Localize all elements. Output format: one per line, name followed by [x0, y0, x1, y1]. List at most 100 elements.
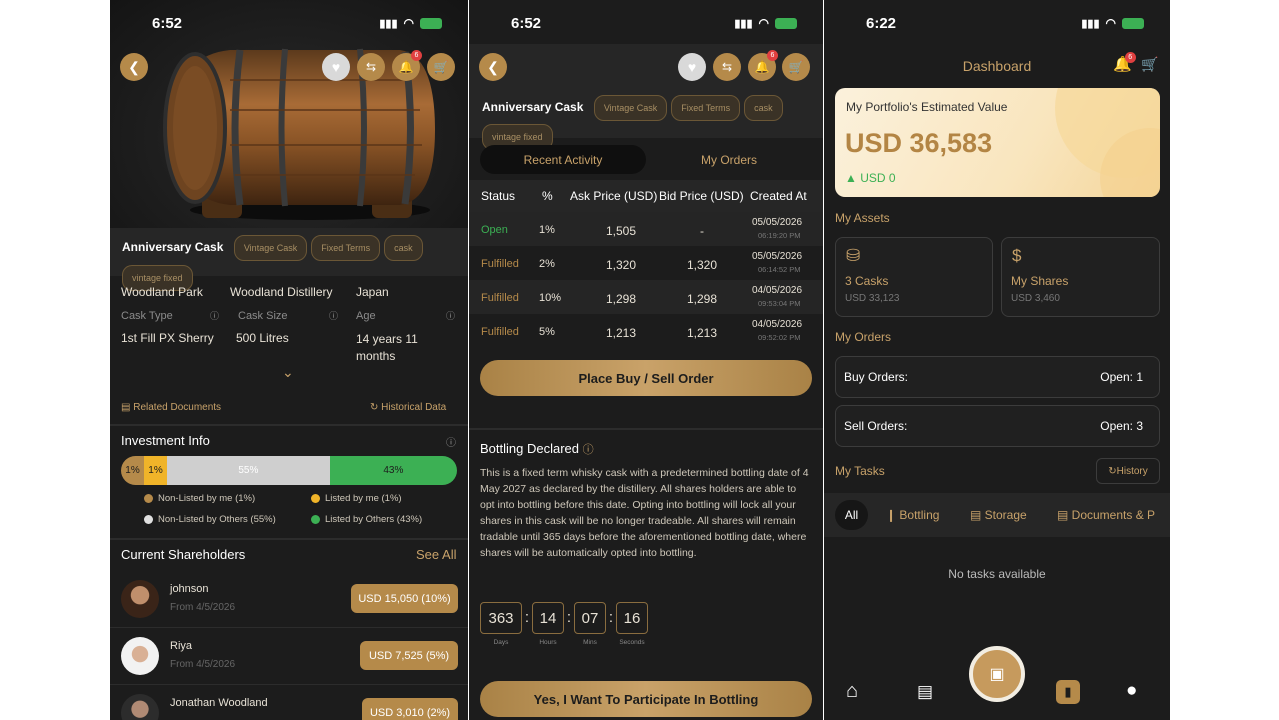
- order-ask: 1,505: [606, 224, 637, 238]
- bottling-title-text: Bottling Declared: [480, 441, 579, 456]
- cart-button[interactable]: 🛒: [782, 53, 810, 81]
- shareholder-row[interactable]: Riya From 4/5/2026 USD 7,525 (5%): [110, 629, 468, 685]
- related-documents-link[interactable]: ▤ Related Documents: [121, 402, 221, 413]
- portfolio-icon[interactable]: ▮: [1056, 680, 1080, 704]
- country: Japan: [356, 285, 389, 299]
- status-bar: 6:52 ▮▮▮ ◠: [110, 14, 468, 34]
- countdown-unit: 363 Days: [480, 602, 522, 646]
- expand-chevron-icon[interactable]: ⌄: [282, 364, 294, 381]
- order-time: 06:19:20 PM: [758, 231, 801, 240]
- buy-orders-label: Buy Orders:: [844, 370, 909, 384]
- tab-my-orders[interactable]: My Orders: [646, 145, 812, 174]
- history-icon: ↻: [1108, 465, 1117, 477]
- cart-icon[interactable]: 🛒: [1141, 56, 1158, 73]
- info-icon[interactable]: ⓘ: [446, 309, 455, 322]
- chevron-left-icon: ❮: [128, 58, 140, 75]
- info-icon[interactable]: ⓘ: [329, 309, 338, 322]
- cart-icon: 🛒: [788, 60, 804, 74]
- portfolio-card[interactable]: My Portfolio's Estimated Value USD 36,58…: [835, 88, 1160, 197]
- order-row[interactable]: Open 1% 1,505 - 05/05/2026 06:19:20 PM: [469, 212, 823, 246]
- clock: 6:52: [511, 15, 542, 32]
- alerts-button[interactable]: 🔔 6: [748, 50, 778, 81]
- tab-storage: ▤ Storage: [970, 508, 1027, 522]
- bottling-title: Bottling Declared ⓘ: [480, 441, 594, 457]
- asset-card-shares[interactable]: $ My Shares USD 3,460: [1001, 237, 1160, 317]
- info-icon[interactable]: ⓘ: [583, 444, 594, 456]
- shareholder-row[interactable]: Jonathan Woodland USD 3,010 (2%): [110, 686, 468, 720]
- investment-legend: Non-Listed by me (1%) Listed by me (1%) No…: [144, 493, 454, 525]
- back-button[interactable]: ❮: [479, 53, 507, 81]
- notification-badge: 6: [411, 50, 422, 61]
- notification-badge: 6: [767, 50, 778, 61]
- status-bar: 6:22 ▮▮▮ ◠: [824, 14, 1170, 34]
- status-bar: 6:52 ▮▮▮ ◠: [469, 14, 823, 34]
- status-icons: ▮▮▮ ◠: [379, 16, 442, 30]
- historical-data-link[interactable]: ↻ Historical Data: [370, 402, 446, 413]
- order-pct: 2%: [539, 258, 555, 270]
- order-row[interactable]: Fulfilled 2% 1,320 1,320 05/05/2026 06:14:52 …: [469, 246, 823, 280]
- cart-button[interactable]: 🛒: [427, 53, 455, 81]
- cask-size-value: 500 Litres: [236, 331, 289, 345]
- order-date: 04/05/2026: [752, 319, 803, 330]
- tab-bottling-label[interactable]: Bottling: [899, 508, 939, 522]
- status-icons: ▮▮▮ ◠: [1081, 16, 1144, 30]
- tab-recent-activity[interactable]: Recent Activity: [480, 145, 646, 174]
- asset-card-casks[interactable]: ⛁ 3 Casks USD 33,123: [835, 237, 993, 317]
- participate-bottling-button[interactable]: Yes, I Want To Participate In Bottling: [480, 681, 812, 717]
- home-icon[interactable]: ⌂: [846, 680, 858, 703]
- see-all-link[interactable]: See All: [416, 547, 456, 562]
- tab-documents-label[interactable]: Documents & P: [1072, 508, 1155, 522]
- order-bid: 1,298: [686, 292, 718, 306]
- order-date: 04/05/2026: [752, 285, 803, 296]
- divider: [110, 424, 468, 426]
- signal-icon: ▮▮▮: [734, 17, 753, 30]
- info-icon[interactable]: ⓘ: [446, 434, 456, 449]
- money-bag-icon: $: [1012, 246, 1022, 265]
- buy-orders-count: Open: 1: [1100, 370, 1143, 384]
- news-icon[interactable]: ▤: [917, 682, 933, 702]
- signal-icon: ▮▮▮: [379, 17, 398, 30]
- tag: cask: [384, 235, 423, 261]
- share-icon: ⇆: [721, 60, 733, 74]
- related-documents-label: Related Documents: [133, 402, 222, 413]
- store-icon[interactable]: ▣: [969, 646, 1025, 702]
- orders-table-body: Open 1% 1,505 - 05/05/2026 06:19:20 PM Fulfill…: [469, 212, 823, 348]
- bell-icon[interactable]: 🔔 6: [1113, 52, 1136, 73]
- investment-bar-segment: 1%: [121, 456, 144, 485]
- order-date: 05/05/2026: [752, 251, 803, 262]
- notification-badge: 6: [1124, 52, 1136, 63]
- share-button[interactable]: ⇆: [713, 53, 741, 81]
- battery-icon: [775, 17, 797, 29]
- place-order-button[interactable]: Place Buy / Sell Order: [480, 360, 812, 396]
- tab-documents: ▤ Documents & P: [1057, 508, 1155, 522]
- countdown: 363 Days:14 Hours:07 Mins:16 Seconds: [480, 602, 648, 652]
- tab-storage-label[interactable]: Storage: [985, 508, 1027, 522]
- countdown-value: 363: [480, 602, 522, 634]
- order-time: 06:14:52 PM: [758, 265, 801, 274]
- asset-title: 3 Casks: [845, 274, 889, 288]
- tab-all[interactable]: All: [835, 500, 868, 530]
- favorite-button[interactable]: ♥: [678, 53, 706, 81]
- sell-orders-row[interactable]: Sell Orders: Open: 3: [835, 405, 1160, 447]
- alerts-button[interactable]: 🔔 6: [392, 50, 422, 81]
- wifi-icon: ◠: [403, 16, 414, 30]
- order-bid: 1,320: [686, 258, 718, 272]
- profile-icon[interactable]: ●: [1126, 680, 1137, 702]
- history-button[interactable]: ↻ History: [1096, 458, 1160, 484]
- legend-item: Non-Listed by Others (55%): [144, 514, 311, 525]
- cask-size-label: Cask Size: [238, 310, 288, 322]
- shareholder-row[interactable]: johnson From 4/5/2026 USD 15,050 (10%): [110, 572, 468, 628]
- shareholder-date: From 4/5/2026: [170, 602, 236, 613]
- order-row[interactable]: Fulfilled 10% 1,298 1,298 04/05/2026 09:53:04…: [469, 280, 823, 314]
- back-button[interactable]: ❮: [120, 53, 148, 81]
- order-row[interactable]: Fulfilled 5% 1,213 1,213 04/05/2026 09:52:02 …: [469, 314, 823, 348]
- investment-bar-segment: 55%: [167, 456, 330, 485]
- buy-orders-row[interactable]: Buy Orders: Open: 1: [835, 356, 1160, 398]
- share-button[interactable]: ⇆: [357, 53, 385, 81]
- countdown-unit-label: Mins: [583, 639, 597, 646]
- bell-icon: 🔔: [398, 60, 414, 74]
- empty-tasks-message: No tasks available: [948, 567, 1046, 581]
- favorite-button[interactable]: ♥: [322, 53, 350, 81]
- assets-title: My Assets: [835, 211, 890, 225]
- info-icon[interactable]: ⓘ: [210, 309, 219, 322]
